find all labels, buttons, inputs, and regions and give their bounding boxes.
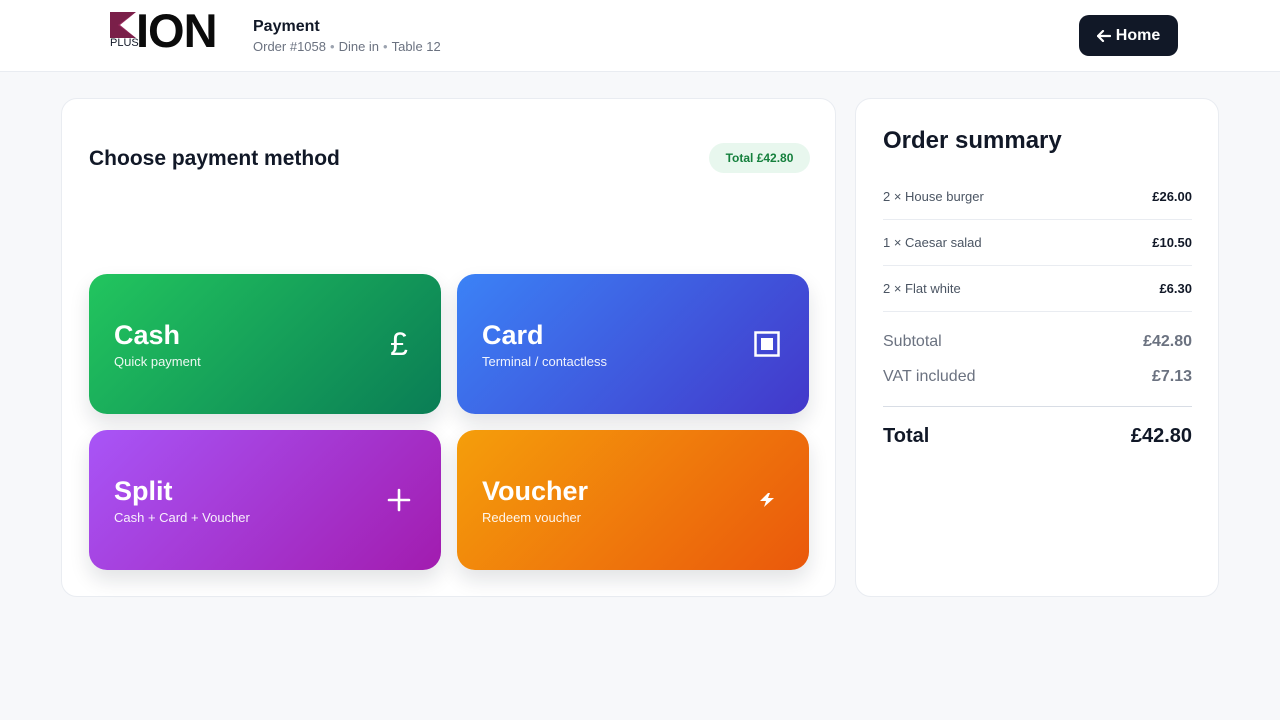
lightning-icon bbox=[752, 482, 782, 518]
method-title: Split bbox=[114, 476, 173, 506]
order-number: Order #1058 bbox=[253, 39, 326, 54]
method-subtitle: Redeem voucher bbox=[482, 510, 581, 525]
top-bar: PLUS ION Payment Order #1058 • Dine in • Tab… bbox=[0, 0, 1280, 72]
subtotal-row: Subtotal £42.80 bbox=[883, 331, 1192, 353]
item-amount: £26.00 bbox=[1152, 189, 1192, 204]
page-title: Payment bbox=[253, 18, 320, 35]
vat-value: £7.13 bbox=[1151, 368, 1192, 385]
total-row: Total £42.80 bbox=[883, 423, 1192, 449]
card-terminal-icon bbox=[752, 326, 782, 362]
line-item: 2 × Flat white £6.30 bbox=[883, 266, 1192, 312]
logo-plus-text: PLUS bbox=[110, 37, 139, 49]
pound-icon: £ bbox=[390, 326, 408, 362]
total-label: Total bbox=[883, 424, 930, 447]
payment-method-title: Choose payment method bbox=[89, 147, 340, 170]
voucher-method-button[interactable]: Voucher Redeem voucher bbox=[457, 430, 809, 570]
meta-separator: • bbox=[383, 39, 388, 54]
order-mode: Dine in bbox=[338, 39, 380, 54]
logo-k-mark-icon bbox=[110, 12, 136, 38]
cash-method-button[interactable]: Cash Quick payment £ bbox=[89, 274, 441, 414]
order-meta: Order #1058 • Dine in • Table 12 bbox=[253, 39, 441, 55]
table-number: Table 12 bbox=[391, 39, 441, 54]
method-subtitle: Terminal / contactless bbox=[482, 354, 607, 369]
line-item: 2 × House burger £26.00 bbox=[883, 174, 1192, 220]
logo-wordmark: ION bbox=[136, 4, 218, 57]
kion-plus-logo: PLUS ION bbox=[110, 4, 234, 57]
subtotal-value: £42.80 bbox=[1143, 333, 1192, 350]
summary-divider bbox=[883, 406, 1192, 407]
arrow-left-icon bbox=[1096, 29, 1111, 42]
plus-icon bbox=[384, 482, 414, 518]
vat-label: VAT included bbox=[883, 368, 976, 385]
vat-row: VAT included £7.13 bbox=[883, 366, 1192, 388]
split-method-button[interactable]: Split Cash + Card + Voucher bbox=[89, 430, 441, 570]
method-subtitle: Quick payment bbox=[114, 354, 201, 369]
card-method-button[interactable]: Card Terminal / contactless bbox=[457, 274, 809, 414]
home-button[interactable]: Home bbox=[1079, 15, 1178, 56]
item-name: 1 × Caesar salad bbox=[883, 235, 982, 250]
method-title: Card bbox=[482, 320, 544, 350]
meta-separator: • bbox=[330, 39, 335, 54]
subtotal-label: Subtotal bbox=[883, 333, 942, 350]
total-badge: Total £42.80 bbox=[709, 143, 810, 173]
order-summary-title: Order summary bbox=[883, 127, 1062, 154]
method-subtitle: Cash + Card + Voucher bbox=[114, 510, 250, 525]
line-item: 1 × Caesar salad £10.50 bbox=[883, 220, 1192, 266]
total-value: £42.80 bbox=[1130, 424, 1192, 447]
item-name: 2 × Flat white bbox=[883, 281, 961, 296]
home-button-label: Home bbox=[1115, 26, 1161, 44]
item-amount: £10.50 bbox=[1152, 235, 1192, 250]
payment-method-panel: Choose payment method Total £42.80 Cash … bbox=[61, 98, 836, 597]
item-name: 2 × House burger bbox=[883, 189, 984, 204]
method-title: Voucher bbox=[482, 476, 589, 506]
order-summary-panel: Order summary 2 × House burger £26.00 1 … bbox=[855, 98, 1219, 597]
method-title: Cash bbox=[114, 320, 181, 350]
item-amount: £6.30 bbox=[1159, 281, 1192, 296]
